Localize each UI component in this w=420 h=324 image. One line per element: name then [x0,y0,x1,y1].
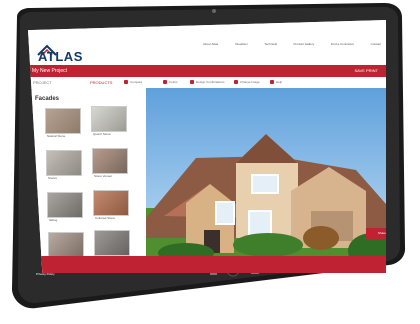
swatch-tile[interactable] [93,190,129,216]
tablet-stage: ATLAS About Atlas Visualizer Technical P… [0,0,420,324]
app-logo-text: ATLAS [38,49,83,64]
swatch-label: Quartz Stone [93,132,111,136]
swatch-tile[interactable] [46,150,82,176]
tool-label: Design Combinations [196,80,225,84]
bottom-bar [28,256,386,273]
swatch-tile[interactable] [92,148,128,174]
swatch-tile[interactable] [47,192,83,218]
nav-item[interactable]: About Atlas [203,42,218,46]
colors-icon [163,80,167,85]
project-bar [28,65,386,77]
tool-colors[interactable]: Colors [163,80,178,85]
compare-icon [124,80,128,85]
design-icon [190,80,194,85]
swatch-tile[interactable] [91,106,127,132]
swatch-label: Stucco [48,176,58,180]
tool-compare[interactable]: Compare [124,80,143,85]
nav-item[interactable]: Technical [264,42,277,46]
house-preview[interactable] [146,88,386,273]
share-project-button[interactable]: Share Project [366,228,386,239]
swatch-label: Natural Stone [47,134,66,138]
project-actions[interactable]: SAVE PRINT [355,68,379,73]
nav-item[interactable]: Visualizer [235,42,248,46]
swatch-tile[interactable] [94,230,130,256]
image-icon [234,80,238,85]
nav-item[interactable]: Find a Contractor [331,42,354,46]
nav-item[interactable]: Contact [371,42,381,46]
house-image [146,88,386,273]
tool-label: Compare [130,80,143,84]
tool-design-combinations[interactable]: Design Combinations [190,80,225,85]
tab-products[interactable]: PRODUCTS [90,80,112,85]
tool-label: Change Image [240,80,260,84]
tool-label: Help [276,80,283,84]
top-navigation: About Atlas Visualizer Technical Product… [203,42,381,46]
tool-help[interactable]: Help [270,80,283,85]
swatch-tile[interactable] [48,232,84,258]
facades-title: Facades [35,96,60,102]
tab-project[interactable]: PROJECT [33,80,52,85]
help-icon [270,80,274,85]
tablet-screen: ATLAS About Atlas Visualizer Technical P… [28,20,386,273]
privacy-link[interactable]: Privacy Policy [36,272,55,276]
nav-item[interactable]: Product Gallery [294,42,315,46]
project-title[interactable]: My New Project [32,68,67,74]
swatch-label: Cultured Stone [95,216,116,220]
swatch-tile[interactable] [45,108,81,134]
tool-label: Colors [169,80,178,84]
swatch-label: Stone Veneer [94,174,113,178]
tool-change-image[interactable]: Change Image [234,80,260,85]
swatch-label: Siding [49,218,58,222]
